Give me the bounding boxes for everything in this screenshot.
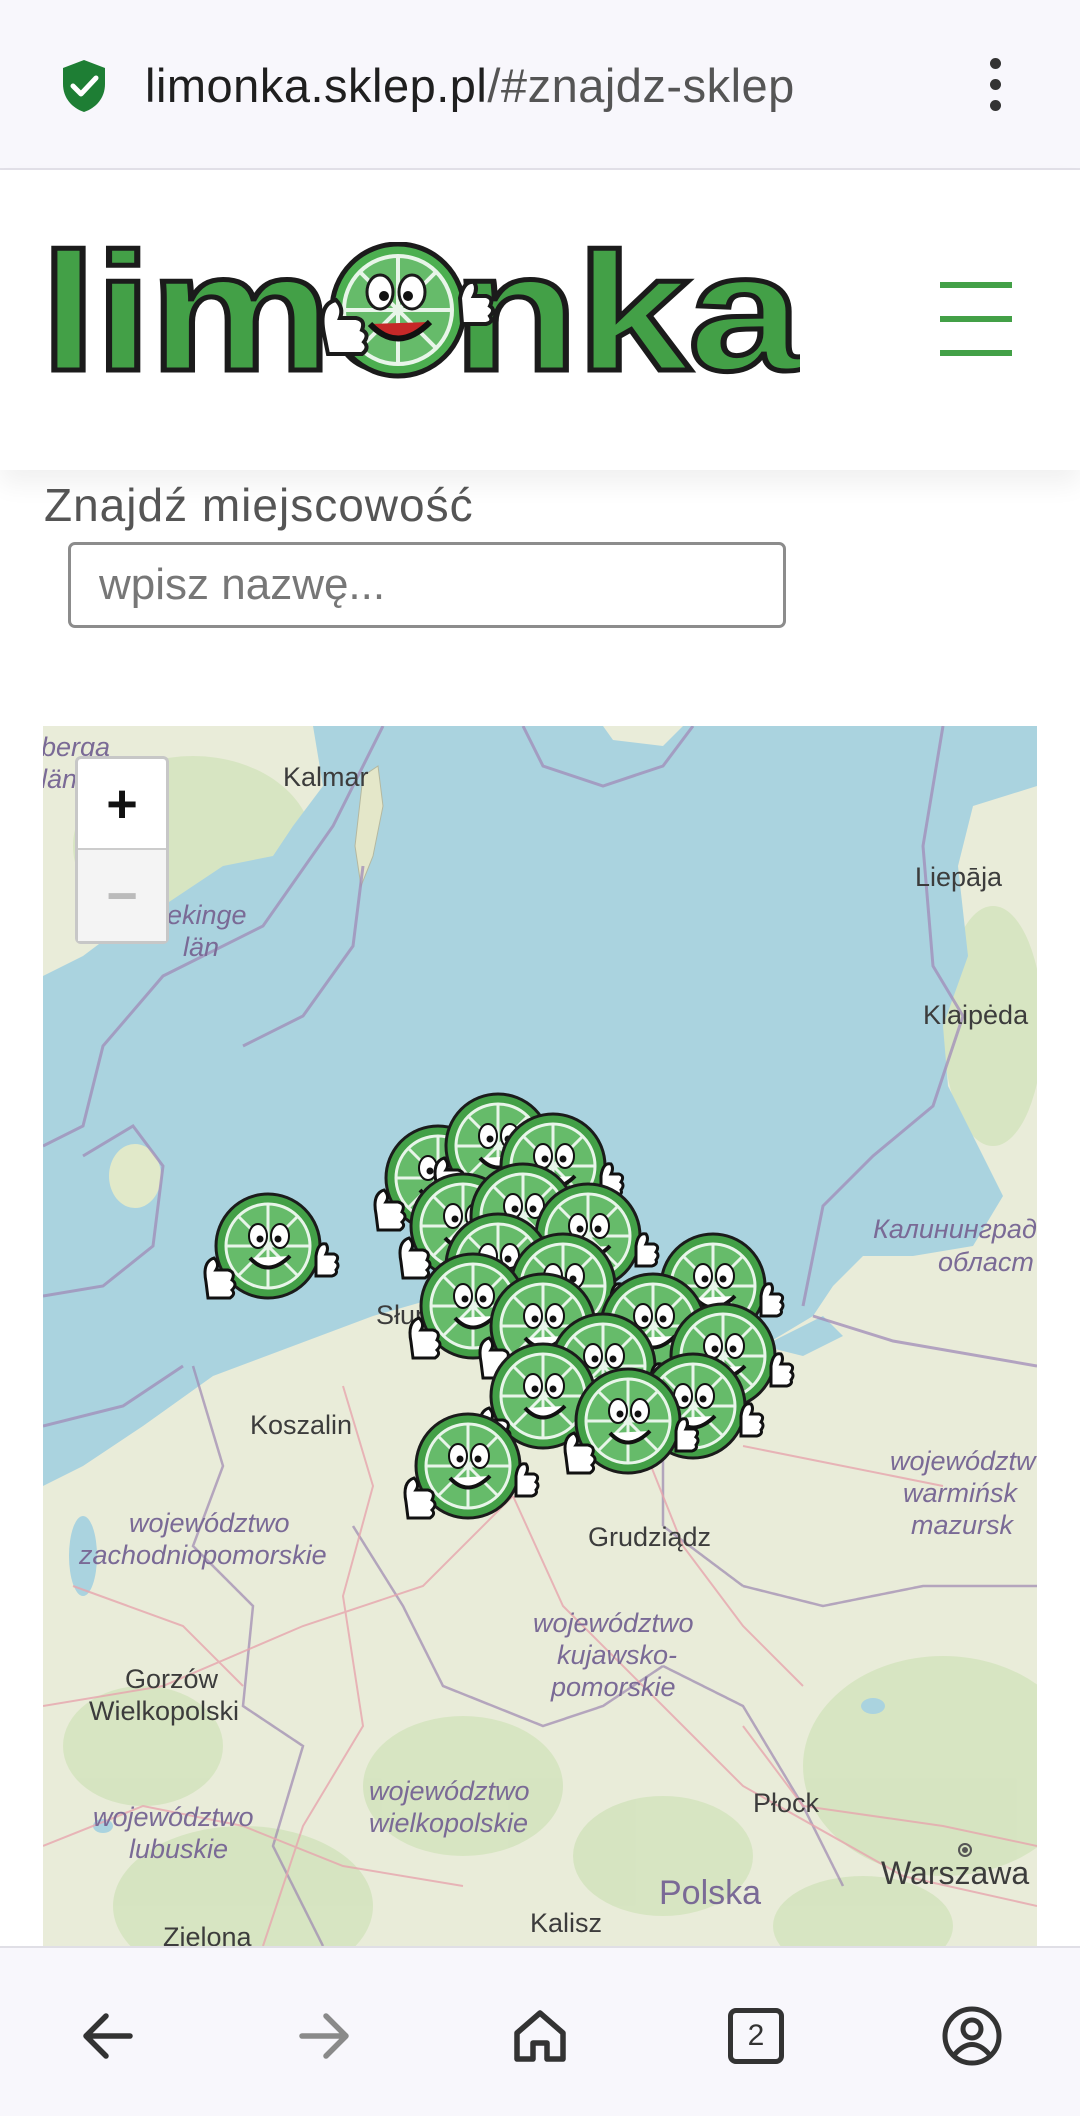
map-label-lub-2: lubuskie: [129, 1834, 228, 1864]
map-label-lan: län: [183, 932, 219, 962]
map-label-wlkp-2: wielkopolskie: [369, 1808, 528, 1838]
map-label-kuj-3: pomorskie: [550, 1672, 676, 1702]
zoom-out-button[interactable]: −: [78, 850, 166, 941]
map-label-lub-1: województwo: [93, 1802, 254, 1832]
map-label-skane-lan: län: [43, 764, 77, 794]
browser-address-bar: limonka.sklep.pl/#znajdz-sklep: [0, 0, 1080, 170]
map-label-kuj-1: województwo: [533, 1608, 694, 1638]
map-label-plock: Płock: [753, 1788, 820, 1818]
limonka-logo[interactable]: limonka: [40, 242, 800, 392]
forward-button[interactable]: [284, 1996, 364, 2076]
back-button[interactable]: [68, 1996, 148, 2076]
map-label-grudziadz: Grudziądz: [588, 1522, 711, 1552]
map-label-kuj-2: kujawsko-: [557, 1640, 677, 1670]
menu-toggle-icon[interactable]: [940, 282, 1012, 356]
home-icon: [514, 2010, 566, 2062]
url-host: limonka.sklep.pl: [145, 59, 488, 112]
map-label-warm-3: mazursk: [911, 1510, 1015, 1540]
tab-count: 2: [728, 2008, 784, 2064]
map-label-warm-1: województw: [890, 1446, 1037, 1476]
map-label-kaliningrad: Калининград: [873, 1214, 1037, 1244]
map-label-zachodnio-1: województwo: [129, 1508, 290, 1538]
home-button[interactable]: [500, 1996, 580, 2076]
browser-menu-icon[interactable]: [980, 58, 1010, 112]
tabs-button[interactable]: 2: [716, 1996, 796, 2076]
map-label-zielona: Zielona: [163, 1922, 253, 1946]
map-label-kalmar: Kalmar: [283, 762, 369, 792]
map-zoom-control: + −: [75, 756, 169, 944]
url-text[interactable]: limonka.sklep.pl/#znajdz-sklep: [145, 58, 795, 113]
secure-shield-icon: [63, 60, 105, 112]
map-tiles[interactable]: Kalmar berga län ekinge län Liepāja Klai…: [43, 726, 1037, 1946]
arrow-right-icon: [299, 2013, 349, 2059]
map-label-zachodnio-2: zachodniopomorskie: [78, 1540, 327, 1570]
city-search-input[interactable]: [68, 542, 786, 628]
map-label-kalisz: Kalisz: [530, 1908, 602, 1938]
map-label-warszawa: Warszawa: [881, 1855, 1029, 1891]
account-icon: [942, 2006, 1002, 2066]
map-label-warm-2: warmińsk: [903, 1478, 1019, 1508]
profile-button[interactable]: [932, 1996, 1012, 2076]
store-map[interactable]: Kalmar berga län ekinge län Liepāja Klai…: [43, 726, 1037, 1946]
zoom-in-button[interactable]: +: [78, 759, 166, 850]
browser-bottom-bar: 2: [0, 1946, 1080, 2116]
site-header: limonka: [0, 170, 1080, 470]
arrow-left-icon: [83, 2013, 133, 2059]
url-path: /#znajdz-sklep: [487, 59, 795, 112]
map-label-klaipeda: Klaipėda: [923, 1000, 1029, 1030]
map-label-blekinge: ekinge: [167, 900, 247, 930]
map-label-oblast: област: [938, 1247, 1034, 1277]
map-label-liepaja: Liepāja: [915, 862, 1003, 892]
map-label-wlkp-1: województwo: [369, 1776, 530, 1806]
map-label-gorzow-2: Wielkopolski: [89, 1696, 239, 1726]
search-label: Znajdź miejscowość: [44, 479, 474, 531]
map-label-polska: Polska: [659, 1874, 761, 1912]
map-label-koszalin: Koszalin: [250, 1410, 352, 1440]
map-label-gorzow-1: Gorzów: [125, 1664, 219, 1694]
